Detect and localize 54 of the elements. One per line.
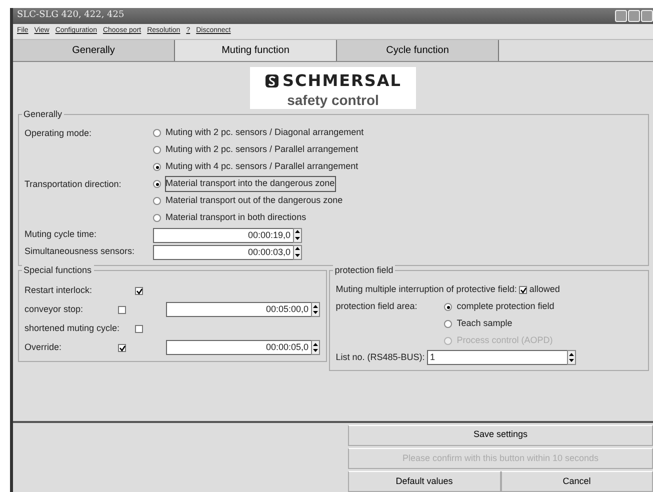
radio-button[interactable] <box>444 302 452 310</box>
field-label: Restart interlock: <box>24 284 94 297</box>
field-label: Operating mode: <box>24 126 93 140</box>
radio-label[interactable]: Muting with 2 pc. sensors / Diagonal arrangement <box>166 126 364 140</box>
field-label: Transportation direction: <box>24 178 122 191</box>
tab[interactable]: Generally <box>13 40 175 60</box>
radio-label[interactable]: complete protection field <box>456 300 554 314</box>
logo-brand: SCHMERSAL <box>282 70 402 92</box>
field-label: Override: <box>24 340 63 354</box>
field-label: conveyor stop: <box>24 302 84 316</box>
logo-tagline: safety control <box>286 92 380 106</box>
radio-label[interactable]: Muting with 2 pc. sensors / Parallel arrangement <box>166 143 358 157</box>
radio-label[interactable]: Muting with 4 pc. sensors / Parallel arrangement <box>166 160 358 174</box>
field-label: Simultaneousness sensors: <box>24 245 136 258</box>
group-title: Special functions <box>22 264 94 278</box>
radio-button[interactable] <box>152 129 160 137</box>
time-spinner-field[interactable]: 00:00:19,0 <box>152 228 292 242</box>
field-label: Muting cycle time: <box>24 228 98 242</box>
button[interactable]: Cancel <box>500 471 653 492</box>
time-spinner-field[interactable]: 00:00:03,0 <box>152 244 292 260</box>
time-spinner-field[interactable]: 00:00:05,0 <box>166 340 310 355</box>
window-title: SLC-SLG 420, 422, 425 <box>17 9 124 22</box>
radio-button[interactable] <box>152 180 160 188</box>
field-label: shortened muting cycle: <box>24 322 121 335</box>
tab[interactable]: Cycle function <box>337 40 499 60</box>
logo-icon <box>264 74 279 88</box>
spinner-arrows-icon[interactable] <box>292 228 302 242</box>
radio-label[interactable]: Material transport in both directions <box>166 211 306 225</box>
checkbox[interactable] <box>519 286 528 294</box>
radio-label[interactable]: Material transport out of the dangerous zone <box>166 194 343 208</box>
checkbox[interactable] <box>134 286 142 294</box>
group-title: Generally <box>22 108 64 121</box>
radio-button[interactable] <box>152 197 160 205</box>
tab[interactable]: Muting function <box>175 40 337 60</box>
spinner-arrows-icon[interactable] <box>292 244 302 260</box>
time-spinner-field[interactable]: 1 <box>427 350 568 365</box>
radio-label[interactable]: Teach sample <box>456 316 512 330</box>
time-spinner-field[interactable]: 00:05:00,0 <box>166 302 310 317</box>
radio-button[interactable] <box>152 146 160 154</box>
field-label: List no. (RS485-BUS): <box>336 350 425 364</box>
radio-button[interactable] <box>152 163 160 171</box>
group-title: protection field <box>332 264 396 278</box>
spinner-arrows-icon[interactable] <box>567 350 576 365</box>
checkbox-label[interactable]: allowed <box>529 282 560 296</box>
checkbox[interactable] <box>134 324 142 332</box>
radio-button[interactable] <box>152 214 160 222</box>
field-label: protection field area: <box>336 300 418 314</box>
checkbox[interactable] <box>118 306 126 314</box>
radio-button[interactable] <box>444 320 452 328</box>
checkbox[interactable] <box>118 344 126 352</box>
radio-label[interactable]: Material transport into the dangerous zone <box>166 177 335 191</box>
button[interactable]: Default values <box>348 471 500 492</box>
button[interactable]: Save settings <box>348 424 653 446</box>
field-label: Muting multiple interruption of protective field: <box>336 282 517 296</box>
